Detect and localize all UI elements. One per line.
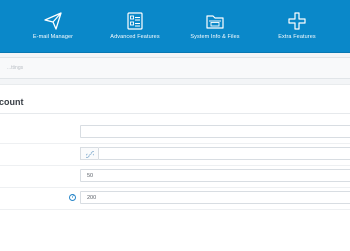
plus-icon: [287, 11, 307, 31]
section-divider: [0, 113, 350, 114]
url-field[interactable]: [98, 147, 350, 160]
breadcrumb-bar: ...ttings: [0, 57, 350, 79]
question-icon[interactable]: ?: [69, 194, 76, 201]
nav-email-manager-label: E-mail Manager: [32, 34, 74, 40]
nav-advanced-features[interactable]: Advanced Features: [98, 0, 172, 52]
row-divider: [0, 143, 350, 144]
breadcrumb[interactable]: ...ttings: [7, 65, 23, 71]
nav-advanced-features-label: Advanced Features: [110, 34, 160, 40]
number-field-50-value: 50: [87, 173, 94, 179]
text-field-1[interactable]: [80, 125, 350, 138]
paper-plane-icon: [43, 11, 63, 31]
number-field-200[interactable]: 200: [80, 191, 350, 204]
row-divider: [0, 187, 350, 188]
link-addon: [80, 147, 98, 160]
nav-system-info-files-label: System Info & Files: [190, 34, 240, 40]
checklist-icon: [125, 11, 145, 31]
nav-extra-features[interactable]: Extra Features: [260, 0, 334, 52]
number-field-200-value: 200: [87, 195, 97, 201]
top-navigation: E-mail Manager Advanced Features System …: [0, 0, 350, 53]
number-field-50[interactable]: 50: [80, 169, 350, 182]
settings-panel: count 50 ? 200: [0, 84, 350, 251]
nav-email-manager[interactable]: E-mail Manager: [16, 0, 90, 52]
folder-icon: [205, 11, 225, 31]
section-title: count: [0, 97, 24, 107]
nav-system-info-files[interactable]: System Info & Files: [178, 0, 252, 52]
nav-extra-features-label: Extra Features: [278, 34, 316, 40]
link-icon: [86, 151, 94, 158]
row-divider: [0, 165, 350, 166]
row-divider: [0, 209, 350, 210]
